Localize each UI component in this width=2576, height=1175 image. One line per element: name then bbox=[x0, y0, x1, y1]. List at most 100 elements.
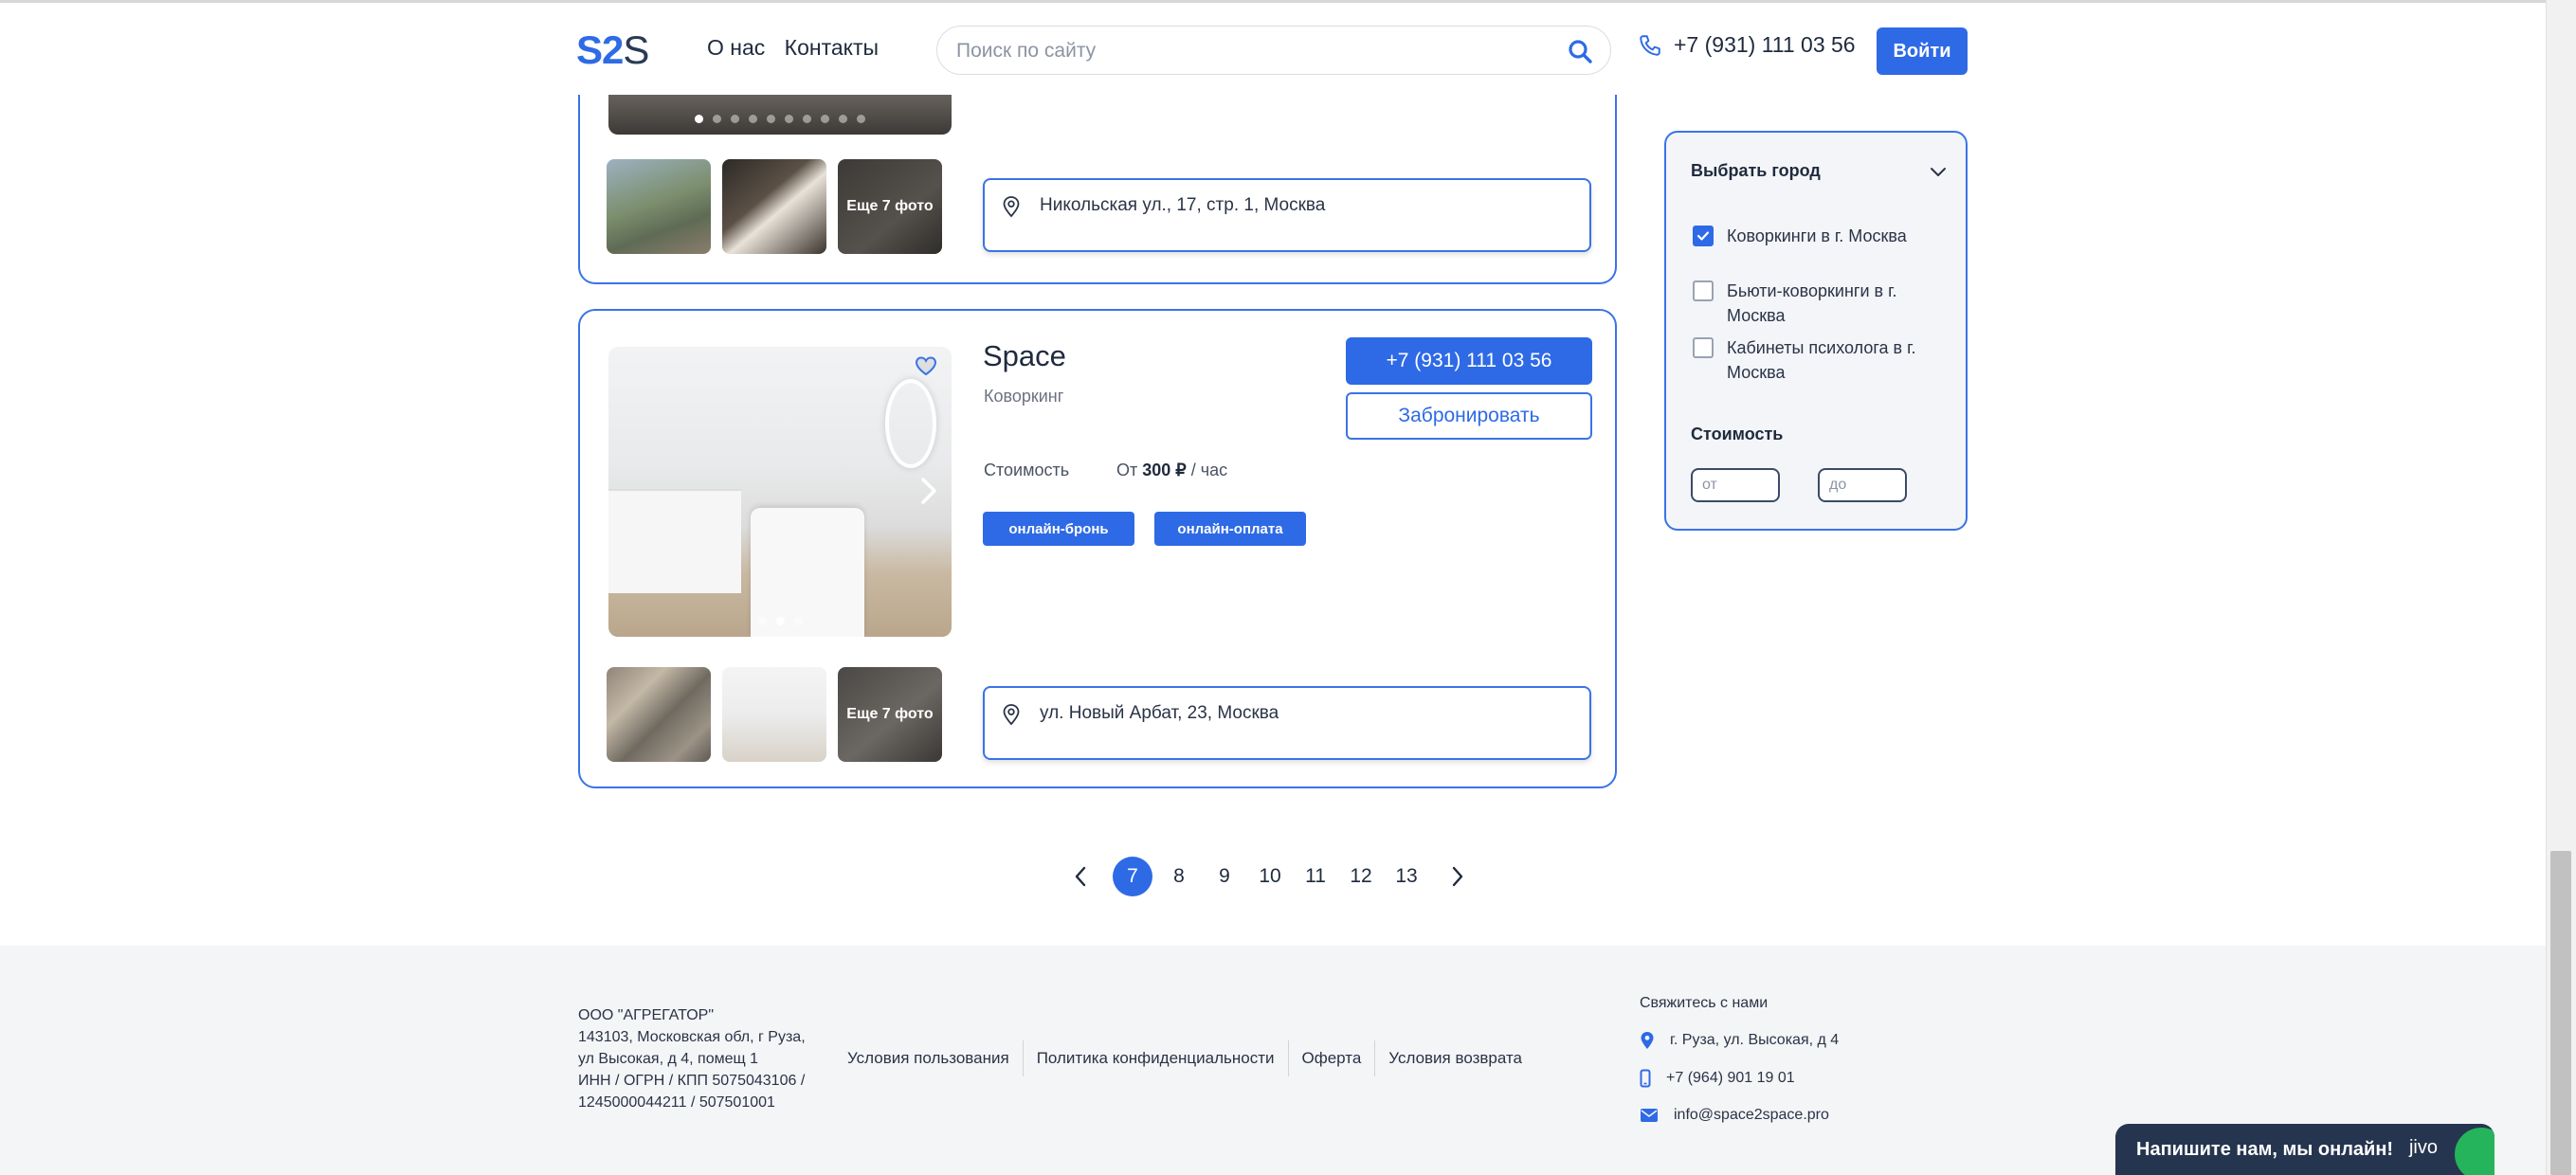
price-value: От 300 ₽ / час bbox=[1116, 461, 1227, 480]
site-header: S2S О нас Контакты +7 (931) 111 03 56 Во… bbox=[0, 0, 2546, 95]
page-10[interactable]: 10 bbox=[1247, 856, 1293, 897]
terms-link[interactable]: Условия пользования bbox=[834, 1040, 1023, 1076]
filter-option-label: Коворкинги в г. Москва bbox=[1727, 226, 1907, 245]
nav-contacts[interactable]: Контакты bbox=[785, 35, 879, 60]
address-text: Никольская ул., 17, стр. 1, Москва bbox=[1040, 195, 1326, 215]
logo-part-1: S2 bbox=[576, 27, 624, 72]
checkbox[interactable] bbox=[1693, 337, 1714, 358]
thumbnail-strip: Еще 7 фото bbox=[607, 667, 942, 762]
phone-icon bbox=[1640, 34, 1660, 56]
chevron-right-icon bbox=[1452, 866, 1463, 887]
thumbnail[interactable] bbox=[607, 159, 711, 254]
prev-page-button[interactable] bbox=[1052, 856, 1109, 897]
price-to-input[interactable] bbox=[1820, 470, 1905, 500]
contact-email-row[interactable]: info@space2space.pro bbox=[1640, 1107, 1839, 1124]
thumbnail[interactable] bbox=[722, 667, 826, 762]
chevron-left-icon bbox=[1075, 866, 1086, 887]
refund-link[interactable]: Условия возврата bbox=[1374, 1040, 1535, 1076]
photo-carousel-dots bbox=[608, 115, 952, 123]
privacy-link[interactable]: Политика конфиденциальности bbox=[1022, 1040, 1288, 1076]
page-13[interactable]: 13 bbox=[1384, 856, 1429, 897]
search-input[interactable] bbox=[956, 38, 1525, 64]
chat-widget-button[interactable]: Напишите нам, мы онлайн! jivo bbox=[2115, 1124, 2494, 1175]
carousel-dot[interactable] bbox=[839, 115, 847, 123]
price-label: Стоимость bbox=[984, 461, 1070, 479]
offer-link[interactable]: Оферта bbox=[1287, 1040, 1375, 1076]
carousel-dot[interactable] bbox=[757, 617, 767, 625]
page: S2S О нас Контакты +7 (931) 111 03 56 Во… bbox=[0, 0, 2576, 1175]
carousel-next-icon[interactable] bbox=[919, 476, 938, 506]
book-button[interactable]: Забронировать bbox=[1346, 392, 1592, 440]
checkbox[interactable] bbox=[1693, 280, 1714, 301]
filter-panel: Выбрать город Коворкинги в г. Москва Бью… bbox=[1664, 131, 1968, 531]
login-button[interactable]: Войти bbox=[1877, 27, 1968, 75]
logo-part-2: S bbox=[623, 27, 649, 72]
call-button[interactable]: +7 (931) 111 03 56 bbox=[1346, 337, 1592, 385]
chevron-down-icon[interactable] bbox=[1930, 167, 1947, 178]
tag-online-payment: онлайн-оплата bbox=[1154, 512, 1306, 546]
listing-type: Коворкинг bbox=[984, 387, 1064, 406]
mobile-phone-icon bbox=[1640, 1069, 1651, 1088]
carousel-dot[interactable] bbox=[803, 115, 811, 123]
listing-photo[interactable] bbox=[608, 347, 952, 637]
location-pin-icon bbox=[1003, 704, 1020, 726]
header-phone-number: +7 (931) 111 03 56 bbox=[1674, 32, 1856, 57]
carousel-dot[interactable] bbox=[731, 115, 739, 123]
more-photos-thumbnail[interactable]: Еще 7 фото bbox=[838, 159, 942, 254]
thumbnail[interactable] bbox=[607, 667, 711, 762]
contact-address: г. Руза, ул. Высокая, д 4 bbox=[1670, 1032, 1840, 1048]
contact-address-row: г. Руза, ул. Высокая, д 4 bbox=[1640, 1031, 1839, 1050]
carousel-dot[interactable] bbox=[749, 115, 757, 123]
price-amount: 300 ₽ bbox=[1142, 461, 1187, 479]
price-prefix: От bbox=[1116, 461, 1138, 479]
address-text: ул. Новый Арбат, 23, Москва bbox=[1040, 703, 1279, 723]
thumbnail-strip: Еще 7 фото bbox=[607, 159, 942, 254]
more-photos-label: Еще 7 фото bbox=[846, 706, 934, 722]
jivo-leaf-icon bbox=[2455, 1128, 2494, 1175]
carousel-dot[interactable] bbox=[857, 115, 865, 123]
page-11[interactable]: 11 bbox=[1293, 856, 1338, 897]
price-from-field bbox=[1691, 468, 1780, 502]
more-photos-thumbnail[interactable]: Еще 7 фото bbox=[838, 667, 942, 762]
nav-about[interactable]: О нас bbox=[707, 35, 765, 60]
city-select-title[interactable]: Выбрать город bbox=[1691, 161, 1821, 181]
thumbnail[interactable] bbox=[722, 159, 826, 254]
contact-email: info@space2space.pro bbox=[1674, 1107, 1829, 1123]
page-7[interactable]: 7 bbox=[1113, 857, 1152, 896]
company-line: ул Высокая, д 4, помещ 1 bbox=[578, 1051, 759, 1067]
filter-option-psychologist[interactable]: Кабинеты психолога в г. Москва bbox=[1693, 335, 1949, 385]
chat-label: Напишите нам, мы онлайн! bbox=[2136, 1138, 2394, 1160]
carousel-dot[interactable] bbox=[775, 617, 785, 625]
carousel-dot[interactable] bbox=[785, 115, 793, 123]
checkbox-checked[interactable] bbox=[1693, 226, 1714, 246]
carousel-dot[interactable] bbox=[793, 617, 803, 625]
cost-title: Стоимость bbox=[1691, 425, 1784, 443]
page-9[interactable]: 9 bbox=[1202, 856, 1247, 897]
listing-title[interactable]: Space bbox=[983, 339, 1066, 373]
jivo-logo: jivo bbox=[2408, 1137, 2438, 1158]
carousel-dot[interactable] bbox=[767, 115, 775, 123]
filter-option-coworking[interactable]: Коворкинги в г. Москва bbox=[1693, 224, 1949, 248]
scrollbar-thumb[interactable] bbox=[2550, 851, 2571, 1175]
vertical-scrollbar[interactable] bbox=[2546, 0, 2576, 1175]
filter-option-label: Кабинеты психолога в г. Москва bbox=[1727, 338, 1916, 382]
page-8[interactable]: 8 bbox=[1156, 856, 1202, 897]
location-pin-icon bbox=[1641, 1032, 1654, 1049]
search-icon[interactable] bbox=[1567, 38, 1593, 64]
checkmark-icon bbox=[1696, 231, 1710, 241]
header-phone[interactable]: +7 (931) 111 03 56 bbox=[1638, 32, 1856, 58]
footer-links: Условия пользования Политика конфиденциа… bbox=[834, 1040, 1535, 1076]
next-page-button[interactable] bbox=[1429, 856, 1486, 897]
company-line: ИНН / ОГРН / КПП 5075043106 / bbox=[578, 1073, 806, 1089]
filter-option-beauty[interactable]: Бьюти-коворкинги в г. Москва bbox=[1693, 279, 1949, 328]
carousel-dot[interactable] bbox=[821, 115, 829, 123]
page-12[interactable]: 12 bbox=[1338, 856, 1384, 897]
contact-phone-row[interactable]: +7 (964) 901 19 01 bbox=[1640, 1069, 1839, 1088]
carousel-dot[interactable] bbox=[695, 115, 703, 123]
favorite-heart-icon[interactable] bbox=[914, 354, 938, 377]
company-line: ООО "АГРЕГАТОР" bbox=[578, 1007, 715, 1023]
pagination: 7 8 9 10 11 12 13 bbox=[1052, 855, 1486, 898]
logo[interactable]: S2S bbox=[576, 27, 649, 73]
price-from-input[interactable] bbox=[1693, 470, 1778, 500]
carousel-dot[interactable] bbox=[713, 115, 721, 123]
